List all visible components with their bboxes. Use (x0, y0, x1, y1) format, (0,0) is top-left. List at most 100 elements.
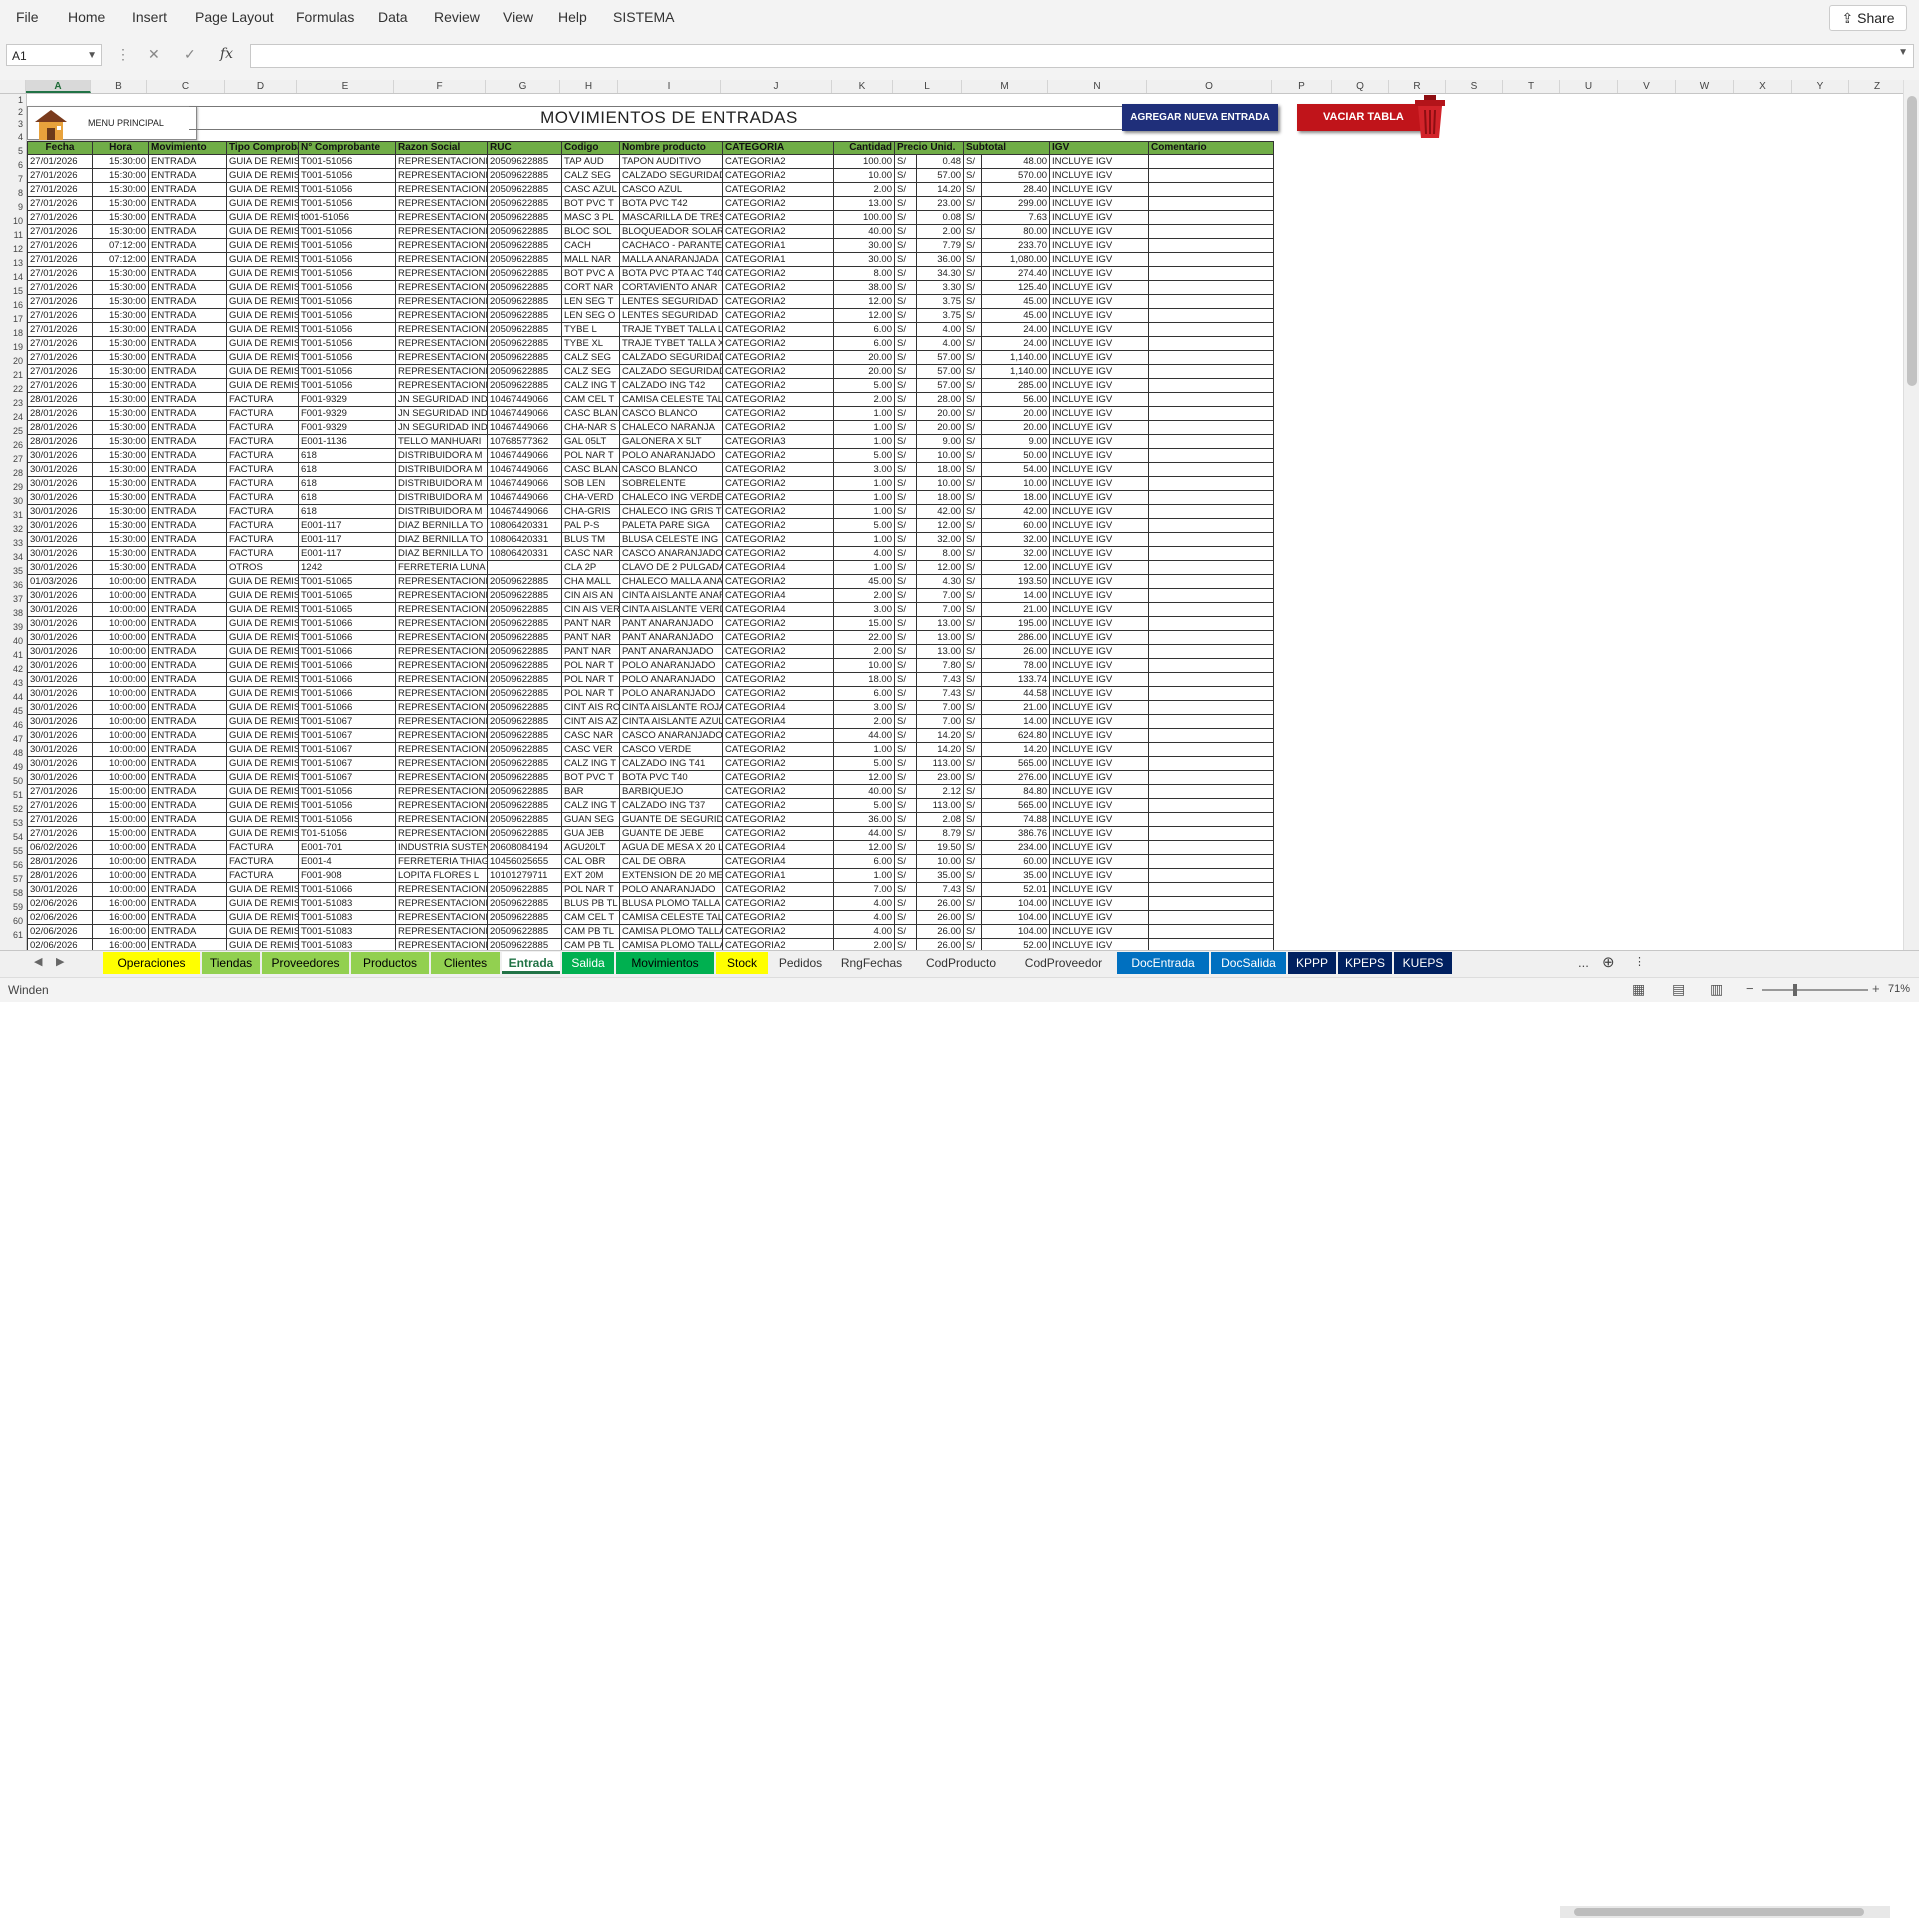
table-cell[interactable]: CORTAVIENTO ANAR (619, 280, 723, 295)
table-cell[interactable]: SOB LEN (561, 476, 620, 491)
table-cell[interactable]: GUIA DE REMISION (226, 630, 299, 645)
table-cell[interactable]: INCLUYE IGV (1049, 308, 1150, 323)
table-cell[interactable]: T001-51066 (298, 672, 396, 687)
table-cell[interactable]: ENTRADA (148, 364, 227, 379)
table-cell[interactable]: 125.40 (981, 280, 1051, 295)
row-header[interactable]: 38 (0, 606, 26, 620)
table-cell[interactable]: T001-51066 (298, 700, 396, 715)
table-cell[interactable]: 13.00 (915, 616, 965, 631)
table-cell[interactable]: ENTRADA (148, 602, 227, 617)
table-cell[interactable]: ENTRADA (148, 182, 227, 197)
table-cell[interactable]: 20.00 (833, 350, 895, 365)
table-cell[interactable]: BOTA PVC PTA AC T40 (619, 266, 723, 281)
table-cell[interactable]: 299.00 (981, 196, 1051, 211)
table-cell[interactable]: GUIA DE REMISION (226, 910, 299, 925)
table-cell[interactable]: 113.00 (915, 756, 965, 771)
table-cell[interactable]: GAL 05LT (561, 434, 620, 449)
table-cell[interactable]: TYBE L (561, 322, 620, 337)
table-cell[interactable]: LENTES SEGURIDAD (619, 294, 723, 309)
table-cell[interactable]: CAM PB TL (561, 924, 620, 939)
tab-options-icon[interactable]: ⋮ (1634, 955, 1645, 968)
table-cell[interactable]: 1.00 (833, 420, 895, 435)
table-cell[interactable]: 386.76 (981, 826, 1051, 841)
table-cell[interactable]: S/ (963, 896, 983, 911)
table-cell[interactable]: 10467449066 (487, 476, 562, 491)
comment-cell[interactable] (1148, 476, 1275, 491)
table-cell[interactable]: ENTRADA (148, 392, 227, 407)
table-cell[interactable]: INCLUYE IGV (1049, 224, 1150, 239)
table-cell[interactable]: 12.00 (915, 518, 965, 533)
table-cell[interactable]: E001-1136 (298, 434, 396, 449)
column-header-m[interactable]: M (962, 80, 1048, 93)
column-header-u[interactable]: U (1560, 80, 1618, 93)
table-cell[interactable]: REPRESENTACIONES (395, 924, 488, 939)
tab-docsalida[interactable]: DocSalida (1211, 952, 1286, 974)
table-cell[interactable]: ENTRADA (148, 644, 227, 659)
table-cell[interactable]: 36.00 (915, 252, 965, 267)
row-header[interactable]: 28 (0, 466, 26, 480)
table-cell[interactable]: 27/01/2026 (27, 196, 93, 211)
chevron-down-icon[interactable]: ▼ (87, 45, 97, 67)
table-cell[interactable]: S/ (894, 210, 917, 225)
table-cell[interactable]: DISTRIBUIDORA M (395, 490, 488, 505)
table-cell[interactable]: DIAZ BERNILLA TO (395, 518, 488, 533)
row-header[interactable]: 17 (0, 312, 26, 326)
table-cell[interactable]: 15:30:00 (92, 224, 149, 239)
table-cell[interactable]: 276.00 (981, 770, 1051, 785)
table-cell[interactable]: DISTRIBUIDORA M (395, 462, 488, 477)
header-categoria[interactable]: CATEGORIA (722, 141, 834, 155)
table-cell[interactable]: ENTRADA (148, 434, 227, 449)
table-cell[interactable]: CATEGORIA2 (722, 686, 834, 701)
table-cell[interactable]: 4.00 (915, 322, 965, 337)
table-cell[interactable]: REPRESENTACIONES (395, 294, 488, 309)
table-cell[interactable]: S/ (894, 462, 917, 477)
table-cell[interactable]: 4.00 (833, 924, 895, 939)
table-cell[interactable]: 7.79 (915, 238, 965, 253)
table-cell[interactable]: S/ (963, 672, 983, 687)
table-cell[interactable]: CACH (561, 238, 620, 253)
table-cell[interactable]: 30/01/2026 (27, 448, 93, 463)
table-cell[interactable]: INCLUYE IGV (1049, 182, 1150, 197)
comment-cell[interactable] (1148, 700, 1275, 715)
table-cell[interactable]: 15:30:00 (92, 560, 149, 575)
table-cell[interactable]: CATEGORIA2 (722, 490, 834, 505)
row-header[interactable]: 25 (0, 424, 26, 438)
table-cell[interactable]: CASCO VERDE (619, 742, 723, 757)
table-cell[interactable]: ENTRADA (148, 658, 227, 673)
table-cell[interactable]: F001-9329 (298, 420, 396, 435)
table-cell[interactable]: 10:00:00 (92, 630, 149, 645)
column-header-i[interactable]: I (618, 80, 721, 93)
table-cell[interactable]: JN SEGURIDAD INDUSTRIAL (395, 420, 488, 435)
comment-cell[interactable] (1148, 322, 1275, 337)
table-cell[interactable]: 5.00 (833, 518, 895, 533)
table-cell[interactable]: 1.00 (833, 504, 895, 519)
table-cell[interactable]: 78.00 (981, 658, 1051, 673)
table-cell[interactable]: 10:00:00 (92, 602, 149, 617)
zoom-slider-thumb[interactable] (1793, 984, 1797, 996)
table-cell[interactable]: CATEGORIA2 (722, 672, 834, 687)
comment-cell[interactable] (1148, 714, 1275, 729)
table-cell[interactable]: S/ (894, 420, 917, 435)
row-header[interactable]: 12 (0, 242, 26, 256)
table-cell[interactable]: 27/01/2026 (27, 280, 93, 295)
table-cell[interactable]: 10806420331 (487, 532, 562, 547)
row-header[interactable]: 21 (0, 368, 26, 382)
row-header[interactable]: 2 (0, 106, 26, 118)
table-cell[interactable]: INCLUYE IGV (1049, 532, 1150, 547)
table-cell[interactable]: CATEGORIA2 (722, 364, 834, 379)
table-cell[interactable]: CASCO BLANCO (619, 406, 723, 421)
vertical-scrollbar[interactable] (1903, 80, 1919, 950)
table-cell[interactable]: S/ (963, 560, 983, 575)
table-cell[interactable]: EXTENSION DE 20 METROS (619, 868, 723, 883)
table-cell[interactable]: E001-4 (298, 854, 396, 869)
table-cell[interactable]: S/ (894, 826, 917, 841)
row-header[interactable]: 53 (0, 816, 26, 830)
table-cell[interactable]: 15:30:00 (92, 518, 149, 533)
comment-cell[interactable] (1148, 854, 1275, 869)
table-cell[interactable]: 30.00 (833, 252, 895, 267)
table-cell[interactable]: 15:00:00 (92, 784, 149, 799)
table-cell[interactable]: 26.00 (915, 896, 965, 911)
table-cell[interactable]: 34.30 (915, 266, 965, 281)
column-header-p[interactable]: P (1272, 80, 1332, 93)
comment-cell[interactable] (1148, 826, 1275, 841)
